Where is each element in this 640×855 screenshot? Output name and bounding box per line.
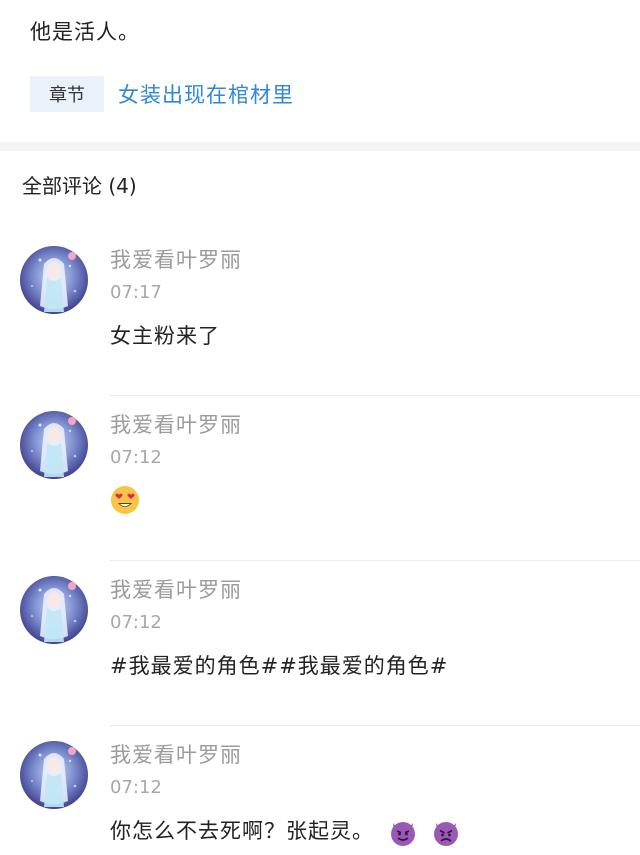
comment-content: 女主粉来了 bbox=[110, 324, 220, 348]
comments-header: 全部评论 (4) bbox=[22, 174, 137, 198]
avatar-image bbox=[31, 417, 77, 477]
comment-item: 我爱看叶罗丽 07:17 女主粉来了 bbox=[0, 232, 640, 396]
row-divider bbox=[110, 560, 640, 561]
section-divider bbox=[0, 142, 640, 151]
comment-item: 我爱看叶罗丽 07:12 #我最爱的角色##我最爱的角色# bbox=[0, 562, 640, 726]
username[interactable]: 我爱看叶罗丽 bbox=[110, 244, 242, 274]
row-divider bbox=[110, 395, 640, 396]
avatar-image bbox=[31, 582, 77, 642]
smiling-devil-emoji-icon bbox=[390, 822, 415, 846]
avatar-image bbox=[31, 747, 77, 807]
comment-item: 我爱看叶罗丽 07:12 你怎么不去死啊？张起灵。 bbox=[0, 727, 640, 855]
row-divider bbox=[110, 725, 640, 726]
comment-time: 07:17 bbox=[110, 282, 162, 303]
chapter-tag: 章节 bbox=[30, 76, 104, 112]
comment-content: 你怎么不去死啊？张起灵。 bbox=[110, 815, 461, 847]
avatar[interactable] bbox=[20, 741, 88, 809]
comment-content: #我最爱的角色##我最爱的角色# bbox=[110, 654, 449, 678]
chapter-link[interactable]: 女装出现在棺材里 bbox=[118, 79, 294, 109]
comment-time: 07:12 bbox=[110, 777, 162, 798]
comment-item: 我爱看叶罗丽 07:12 bbox=[0, 397, 640, 561]
comment-text: 你怎么不去死啊？张起灵。 bbox=[110, 819, 374, 843]
avatar-image bbox=[31, 252, 77, 312]
avatar[interactable] bbox=[20, 576, 88, 644]
comment-page: 他是活人。 章节 女装出现在棺材里 全部评论 (4) 我爱看叶罗丽 07:17 … bbox=[0, 0, 640, 855]
angry-devil-emoji-icon bbox=[434, 822, 459, 846]
comment-time: 07:12 bbox=[110, 447, 162, 468]
comment-content bbox=[110, 485, 140, 520]
post-text: 他是活人。 bbox=[30, 20, 140, 44]
username[interactable]: 我爱看叶罗丽 bbox=[110, 739, 242, 769]
avatar[interactable] bbox=[20, 246, 88, 314]
username[interactable]: 我爱看叶罗丽 bbox=[110, 409, 242, 439]
username[interactable]: 我爱看叶罗丽 bbox=[110, 574, 242, 604]
avatar[interactable] bbox=[20, 411, 88, 479]
chapter-row: 章节 女装出现在棺材里 bbox=[30, 76, 294, 112]
comment-time: 07:12 bbox=[110, 612, 162, 633]
heart-eyes-emoji-icon bbox=[111, 486, 139, 514]
